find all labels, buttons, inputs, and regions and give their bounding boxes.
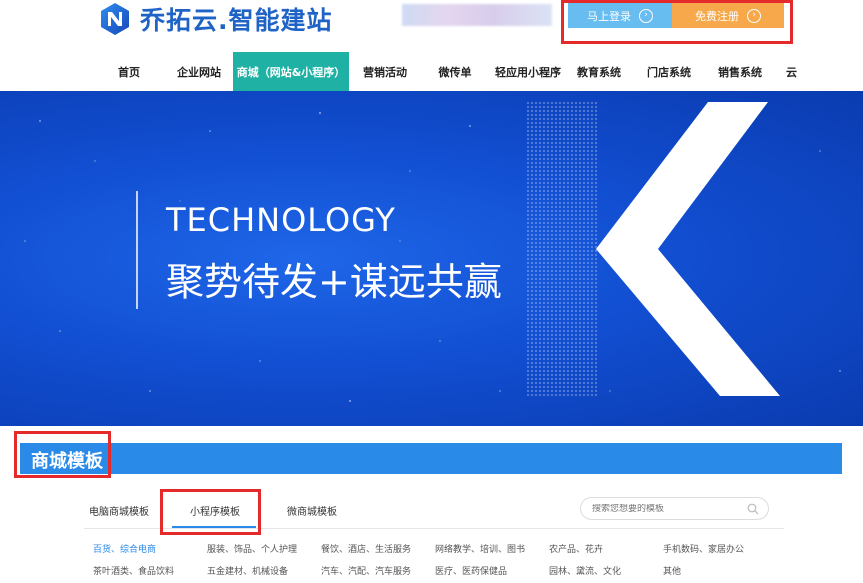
category-item[interactable]: 其他 <box>663 564 681 577</box>
search-input[interactable] <box>592 503 737 514</box>
category-item[interactable]: 餐饮、酒店、生活服务 <box>321 542 411 555</box>
tab-pc-mall[interactable]: 电脑商城模板 <box>89 503 149 518</box>
nav-item-miniapp[interactable]: 轻应用小程序 <box>492 52 564 91</box>
template-search <box>580 497 769 520</box>
tab-divider <box>84 528 784 529</box>
nav-item-mall[interactable]: 商城（网站&小程序） <box>233 52 349 91</box>
nav-item-sales[interactable]: 销售系统 <box>714 52 766 91</box>
logo-icon <box>101 3 129 35</box>
nav-item-home[interactable]: 首页 <box>106 52 152 91</box>
section-title-bar <box>20 443 842 474</box>
nav-item-education[interactable]: 教育系统 <box>574 52 624 91</box>
nav-item-flyer[interactable]: 微传单 <box>430 52 480 91</box>
nav-item-store[interactable]: 门店系统 <box>643 52 695 91</box>
category-item[interactable]: 五金建材、机械设备 <box>207 564 288 577</box>
site-header: 乔拓云.智能建站 马上登录 › 免费注册 › <box>0 0 863 52</box>
tab-wechat-mall[interactable]: 微商城模板 <box>287 503 337 518</box>
nav-item-marketing[interactable]: 营销活动 <box>356 52 414 91</box>
section-title: 商城模板 <box>31 451 103 472</box>
banner-tagline: TECHNOLOGY <box>166 201 396 239</box>
login-label: 马上登录 <box>587 9 631 23</box>
nav-item-cloud[interactable]: 云 <box>786 52 800 91</box>
category-item[interactable]: 汽车、汽配、汽车服务 <box>321 564 411 577</box>
site-logo[interactable]: 乔拓云.智能建站 <box>98 2 333 36</box>
category-item[interactable]: 手机数码、家居办公 <box>663 542 744 555</box>
logo-text: 乔拓云.智能建站 <box>140 6 333 35</box>
active-tab-indicator <box>172 526 256 528</box>
register-label: 免费注册 <box>695 9 739 23</box>
banner-divider <box>136 191 138 309</box>
category-item[interactable]: 园林、黛流、文化 <box>549 564 621 577</box>
category-item[interactable]: 农产品、花卉 <box>549 542 603 555</box>
banner-slogan: 聚势待发+谋远共赢 <box>166 260 502 304</box>
arrow-right-icon: › <box>747 8 761 23</box>
blurred-user-info <box>402 4 552 26</box>
category-item[interactable]: 服装、饰品、个人护理 <box>207 542 297 555</box>
category-item[interactable]: 医疗、医药保健品 <box>435 564 507 577</box>
category-item[interactable]: 茶叶酒类、食品饮料 <box>93 564 174 577</box>
nav-item-enterprise[interactable]: 企业网站 <box>170 52 228 91</box>
main-nav: 首页 企业网站 商城（网站&小程序） 营销活动 微传单 轻应用小程序 教育系统 … <box>0 52 863 91</box>
search-icon[interactable] <box>747 503 759 515</box>
category-item[interactable]: 百货、综合电商 <box>93 542 156 555</box>
category-item[interactable]: 网络教学、培训、图书 <box>435 542 525 555</box>
hero-banner: TECHNOLOGY 聚势待发+谋远共赢 <box>0 91 863 426</box>
arrow-right-icon: › <box>639 8 653 23</box>
tab-miniapp[interactable]: 小程序模板 <box>190 503 240 518</box>
register-button[interactable]: 免费注册 › <box>672 3 784 28</box>
login-button[interactable]: 马上登录 › <box>568 3 672 28</box>
chevron-graphic <box>596 102 780 396</box>
